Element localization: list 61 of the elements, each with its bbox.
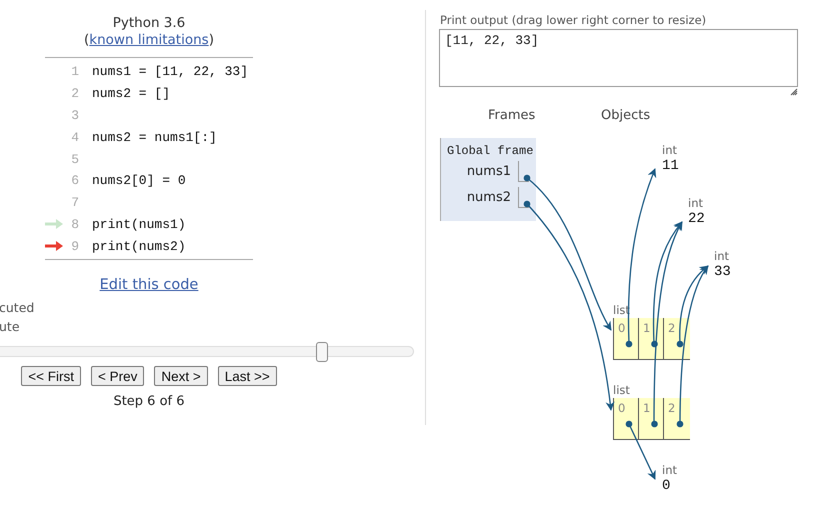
pointer-dot	[651, 340, 658, 348]
pointer-dot	[626, 340, 632, 348]
type-label: int	[662, 463, 677, 478]
output-label: Print output (drag lower right corner to resize)	[440, 13, 708, 27]
line-number: 8	[70, 216, 79, 232]
line-number: 9	[70, 238, 79, 254]
pointer-dot	[676, 340, 684, 348]
int-value: 11	[662, 158, 679, 174]
variable-name: nums2	[466, 190, 511, 204]
code-line: nums1 = [11, 22, 33]	[92, 64, 248, 80]
objects-heading: Objects	[601, 108, 650, 123]
language-title: Python 3.6	[112, 15, 186, 32]
code-line: print(nums1)	[92, 216, 186, 232]
code-line: nums2[0] = 0	[92, 173, 186, 188]
pointer-dot	[524, 200, 530, 208]
line-number: 3	[70, 108, 79, 123]
code-line: nums2 = []	[92, 86, 170, 102]
index-label: 2	[668, 401, 676, 415]
code-line: print(nums2)	[92, 238, 186, 254]
slider-thumb[interactable]	[316, 342, 328, 362]
line-number: 5	[70, 152, 79, 167]
line-number: 4	[70, 130, 79, 145]
nav-button[interactable]: < Prev	[90, 366, 144, 386]
frames-heading: Frames	[488, 108, 536, 123]
resize-grip-icon[interactable]	[790, 88, 798, 96]
index-label: 0	[618, 321, 626, 335]
nav-button[interactable]: Next >	[154, 366, 208, 386]
index-label: 2	[668, 321, 676, 335]
int-value: 0	[662, 478, 672, 494]
index-label: 0	[618, 401, 626, 415]
pointer-dot	[651, 420, 658, 428]
pointer-dot	[676, 420, 684, 428]
nav-button[interactable]: << First	[21, 366, 81, 386]
variable-name: nums1	[466, 164, 511, 178]
line-number: 1	[70, 64, 79, 80]
legend-text: cuted	[0, 299, 36, 318]
legend-text: ute	[0, 318, 21, 336]
print-output-field[interactable]: [11, 22, 33]	[439, 29, 798, 87]
index-label: 1	[643, 321, 652, 335]
line-number: 6	[70, 173, 79, 188]
step-counter: Step 6 of 6	[112, 394, 186, 410]
line-number: 2	[70, 86, 79, 102]
edit-code-link[interactable]: Edit this code	[100, 277, 198, 294]
type-label: list	[613, 383, 631, 398]
frame-title: Global frame	[447, 144, 534, 158]
parenthesis: )	[208, 32, 214, 48]
index-label: 1	[643, 401, 652, 415]
arrow-icon	[45, 219, 63, 230]
parenthesis: (	[84, 32, 90, 48]
pointer-dot	[524, 174, 530, 182]
type-label: int	[688, 196, 704, 211]
limitations-link[interactable]: known limitations	[89, 32, 209, 48]
int-value: 33	[714, 264, 731, 280]
type-label: int	[662, 143, 678, 158]
type-label: int	[714, 249, 730, 264]
pointer-dot	[626, 420, 632, 428]
code-line: nums2 = nums1[:]	[92, 130, 217, 145]
arrow-icon	[45, 241, 63, 252]
nav-button[interactable]: Last >>	[218, 366, 277, 386]
line-number: 7	[70, 195, 79, 210]
int-value: 22	[688, 211, 705, 227]
